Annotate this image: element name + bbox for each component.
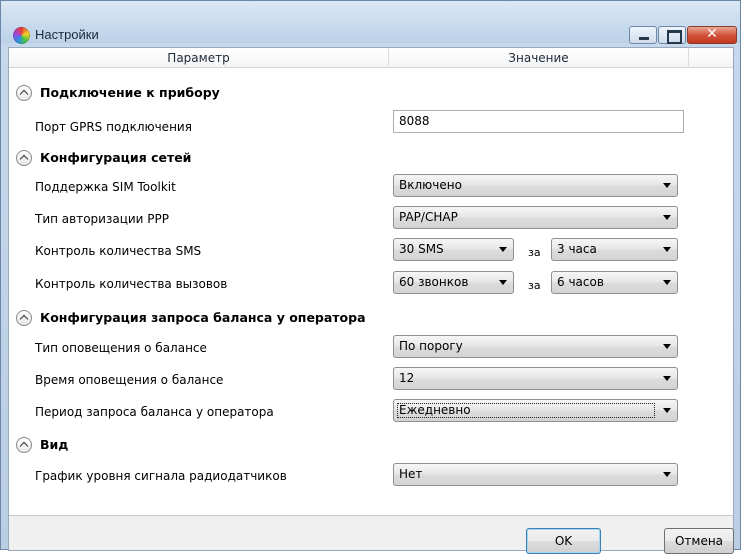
collapse-chevron-icon[interactable] <box>16 150 32 166</box>
chevron-down-icon <box>663 376 671 381</box>
group-balance-config: Конфигурация запроса баланса у оператора <box>9 306 733 330</box>
selected-value: Включено <box>399 178 462 192</box>
za-label: за <box>528 279 541 292</box>
calls-period-select[interactable]: 6 часов <box>551 271 678 294</box>
chevron-down-icon <box>663 280 671 285</box>
group-device-connection: Подключение к прибору <box>9 81 733 105</box>
ppp-auth-select[interactable]: PAP/CHAP <box>393 206 678 229</box>
label-sim-toolkit: Поддержка SIM Toolkit <box>35 180 176 194</box>
selected-value: 3 часа <box>557 242 597 256</box>
group-network-config: Конфигурация сетей <box>9 146 733 170</box>
selected-value: 6 часов <box>557 275 604 289</box>
selected-value: Нет <box>399 467 423 481</box>
sms-period-select[interactable]: 3 часа <box>551 238 678 261</box>
ok-button[interactable]: OK <box>526 528 601 554</box>
column-header-value[interactable]: Значение <box>389 48 689 68</box>
chevron-down-icon <box>663 247 671 252</box>
collapse-chevron-icon[interactable] <box>16 310 32 326</box>
label-gprs-port: Порт GPRS подключения <box>35 120 192 134</box>
window-title: Настройки <box>35 27 99 42</box>
selected-value: 30 SMS <box>399 242 444 256</box>
label-balance-notify-type: Тип оповещения о балансе <box>35 341 207 355</box>
group-title: Вид <box>40 437 69 452</box>
chevron-down-icon <box>499 280 507 285</box>
selected-value: Ежедневно <box>399 403 471 417</box>
label-radio-signal-graph: График уровня сигнала радиодатчиков <box>35 469 287 483</box>
dialog-client-area: Параметр Значение Подключение к прибору … <box>8 47 734 554</box>
selected-value: PAP/CHAP <box>399 210 458 224</box>
close-icon: ✕ <box>706 26 718 42</box>
balance-notify-type-select[interactable]: По порогу <box>393 335 678 358</box>
chevron-down-icon <box>663 215 671 220</box>
app-logo-icon <box>13 27 30 44</box>
chevron-down-icon <box>499 247 507 252</box>
sms-count-select[interactable]: 30 SMS <box>393 238 514 261</box>
collapse-chevron-icon[interactable] <box>16 85 32 101</box>
chevron-down-icon <box>663 408 671 413</box>
maximize-button[interactable] <box>658 26 686 44</box>
chevron-down-icon <box>663 344 671 349</box>
settings-window: Настройки ✕ Параметр Значение Подключени… <box>0 0 741 554</box>
chevron-down-icon <box>663 472 671 477</box>
column-header-param[interactable]: Параметр <box>9 48 389 68</box>
gprs-port-input[interactable]: 8088 <box>393 110 684 133</box>
selected-value: 60 звонков <box>399 275 469 289</box>
label-sms-control: Контроль количества SMS <box>35 244 202 258</box>
close-button[interactable]: ✕ <box>687 26 737 44</box>
group-view: Вид <box>9 433 733 457</box>
selected-value: По порогу <box>399 339 463 353</box>
calls-count-select[interactable]: 60 звонков <box>393 271 514 294</box>
balance-notify-time-select[interactable]: 12 <box>393 367 678 390</box>
label-balance-request-period: Период запроса баланса у оператора <box>35 405 274 419</box>
cancel-button[interactable]: Отмена <box>664 528 734 554</box>
title-bar: Настройки ✕ <box>1 1 740 44</box>
group-title: Конфигурация сетей <box>40 150 192 165</box>
property-grid: Параметр Значение Подключение к прибору … <box>9 48 733 516</box>
group-title: Конфигурация запроса баланса у оператора <box>40 310 366 325</box>
label-ppp-auth: Тип авторизации PPP <box>35 212 169 226</box>
selected-value: 12 <box>399 371 415 385</box>
group-title: Подключение к прибору <box>40 85 220 100</box>
collapse-chevron-icon[interactable] <box>16 437 32 453</box>
minimize-button[interactable] <box>629 26 657 44</box>
label-calls-control: Контроль количества вызовов <box>35 277 228 291</box>
sim-toolkit-select[interactable]: Включено <box>393 174 678 197</box>
chevron-down-icon <box>663 183 671 188</box>
label-balance-notify-time: Время оповещения о балансе <box>35 373 224 387</box>
grid-header: Параметр Значение <box>9 48 733 68</box>
radio-signal-graph-select[interactable]: Нет <box>393 463 678 486</box>
za-label: за <box>528 246 541 259</box>
balance-request-period-select[interactable]: Ежедневно <box>393 399 678 422</box>
